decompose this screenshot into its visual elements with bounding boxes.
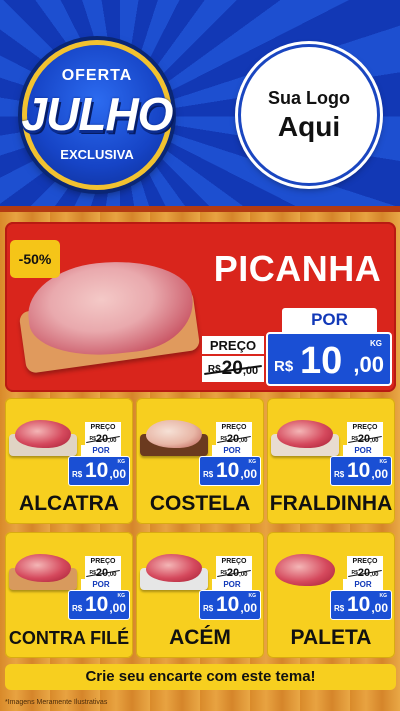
product-name: CONTRA FILÉ <box>8 628 130 648</box>
old-price: R$ 20,00 <box>216 566 252 580</box>
old-price: R$ 20,00 <box>347 432 383 446</box>
new-price: R$ 10 KG ,00 <box>330 590 392 620</box>
old-price-label: PREÇO <box>216 422 252 432</box>
logo-line-2: Aqui <box>277 110 341 142</box>
costela-meat-image <box>140 420 210 460</box>
product-name: FRALDINHA <box>269 492 393 515</box>
fraldinha-meat-image <box>271 420 341 460</box>
old-price: R$ 20,00 <box>216 432 252 446</box>
alcatra-meat-image <box>9 420 79 460</box>
old-price-decimal: ,00 <box>242 365 259 377</box>
logo-placeholder: Sua Logo Aqui <box>238 44 380 186</box>
acem-meat-image <box>140 554 210 594</box>
new-price-label: POR <box>343 445 383 456</box>
new-price-label: POR <box>81 445 121 456</box>
badge-top-text: OFERTA <box>61 67 133 84</box>
contra-file-meat-image <box>9 554 79 594</box>
new-price: R$ 10 KG ,00 <box>330 456 392 486</box>
product-card-costela: PREÇO R$ 20,00 POR R$ 10 KG ,00 COSTELA <box>136 398 264 524</box>
new-price: R$ 10 KG ,00 <box>68 590 130 620</box>
product-name: COSTELA <box>149 492 251 515</box>
product-name: PALETA <box>290 626 372 649</box>
old-price-label: PREÇO <box>85 422 121 432</box>
product-card-fraldinha: PREÇO R$ 20,00 POR R$ 10 KG ,00 FRALDINHA <box>267 398 395 524</box>
new-price-label: POR <box>212 445 252 456</box>
cta-banner[interactable]: Crie seu encarte com este tema! <box>5 664 396 690</box>
old-price-label: PREÇO <box>216 556 252 566</box>
old-price: R$ 20,00 <box>85 432 121 446</box>
old-price-label: PREÇO <box>347 556 383 566</box>
price-decimal: ,00 <box>353 352 384 377</box>
old-price-integer: 20 <box>221 358 243 379</box>
new-price-label: POR <box>343 579 383 590</box>
new-price-label: POR <box>212 579 252 590</box>
badge-bottom-text: EXCLUSIVA <box>60 147 134 162</box>
product-card-contra-file: PREÇO R$ 20,00 POR R$ 10 KG ,00 CONTRA FILÉ <box>5 532 133 658</box>
header-banner: OFERTA JULHO EXCLUSIVA Sua Logo Aqui <box>0 0 400 212</box>
new-price-label: POR <box>81 579 121 590</box>
price-unit: KG <box>370 339 382 348</box>
old-price-label: PREÇO <box>347 422 383 432</box>
product-card-paleta: PREÇO R$ 20,00 POR R$ 10 KG ,00 PALETA <box>267 532 395 658</box>
discount-badge: -50% <box>10 240 60 278</box>
old-price-currency: R$ <box>207 363 221 375</box>
logo-line-1: Sua Logo <box>268 87 350 108</box>
product-card-acem: PREÇO R$ 20,00 POR R$ 10 KG ,00 ACÉM <box>136 532 264 658</box>
featured-product-name: PICANHA <box>213 248 382 289</box>
featured-new-price-label: POR <box>282 308 377 332</box>
paleta-meat-image <box>271 554 341 594</box>
old-price: R$ 20,00 <box>347 566 383 580</box>
product-name: ACÉM <box>169 626 231 649</box>
new-price: R$ 10 KG ,00 <box>68 456 130 486</box>
featured-old-price: R$ 20 ,00 <box>202 356 264 382</box>
badge-main-text: JULHO <box>21 88 174 140</box>
disclaimer-text: *Imagens Meramente Ilustrativas <box>5 699 108 706</box>
old-price: R$ 20,00 <box>85 566 121 580</box>
promo-badge: OFERTA JULHO EXCLUSIVA <box>22 40 173 190</box>
price-integer: 10 <box>300 340 343 382</box>
product-name: ALCATRA <box>19 492 119 515</box>
product-card-alcatra: PREÇO R$ 20,00 POR R$ 10 KG ,00 ALCATRA <box>5 398 133 524</box>
price-currency: R$ <box>274 358 294 375</box>
old-price-label: PREÇO <box>85 556 121 566</box>
new-price: R$ 10 KG ,00 <box>199 456 261 486</box>
featured-old-price-label: PREÇO <box>202 336 264 354</box>
new-price: R$ 10 KG ,00 <box>199 590 261 620</box>
featured-new-price: R$ 10 KG ,00 <box>266 332 392 386</box>
